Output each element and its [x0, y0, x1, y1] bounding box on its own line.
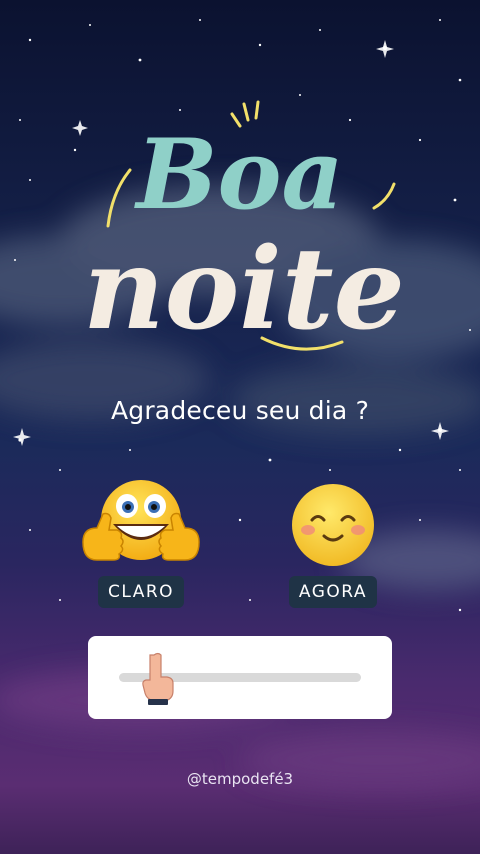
option-label-agora: AGORA — [288, 576, 378, 608]
blushing-smile-emoji — [292, 484, 374, 566]
question-text: Agradeceu seu dia ? — [110, 396, 370, 425]
option-label-claro: CLARO — [97, 576, 185, 608]
slider-card — [88, 636, 392, 719]
boa-noite-logo: Boa noite — [0, 90, 480, 370]
option-agora[interactable]: AGORA — [270, 480, 396, 608]
logo-line-noite: noite — [83, 224, 405, 355]
grinning-thumbs-up-emoji — [82, 480, 200, 561]
logo-line-boa: Boa — [133, 118, 343, 231]
option-claro[interactable]: CLARO — [78, 476, 204, 608]
creator-handle: @tempodefé3 — [186, 770, 294, 788]
pointing-hand-icon[interactable] — [138, 651, 178, 707]
boa-noite-lettering: Boa noite — [83, 100, 405, 355]
